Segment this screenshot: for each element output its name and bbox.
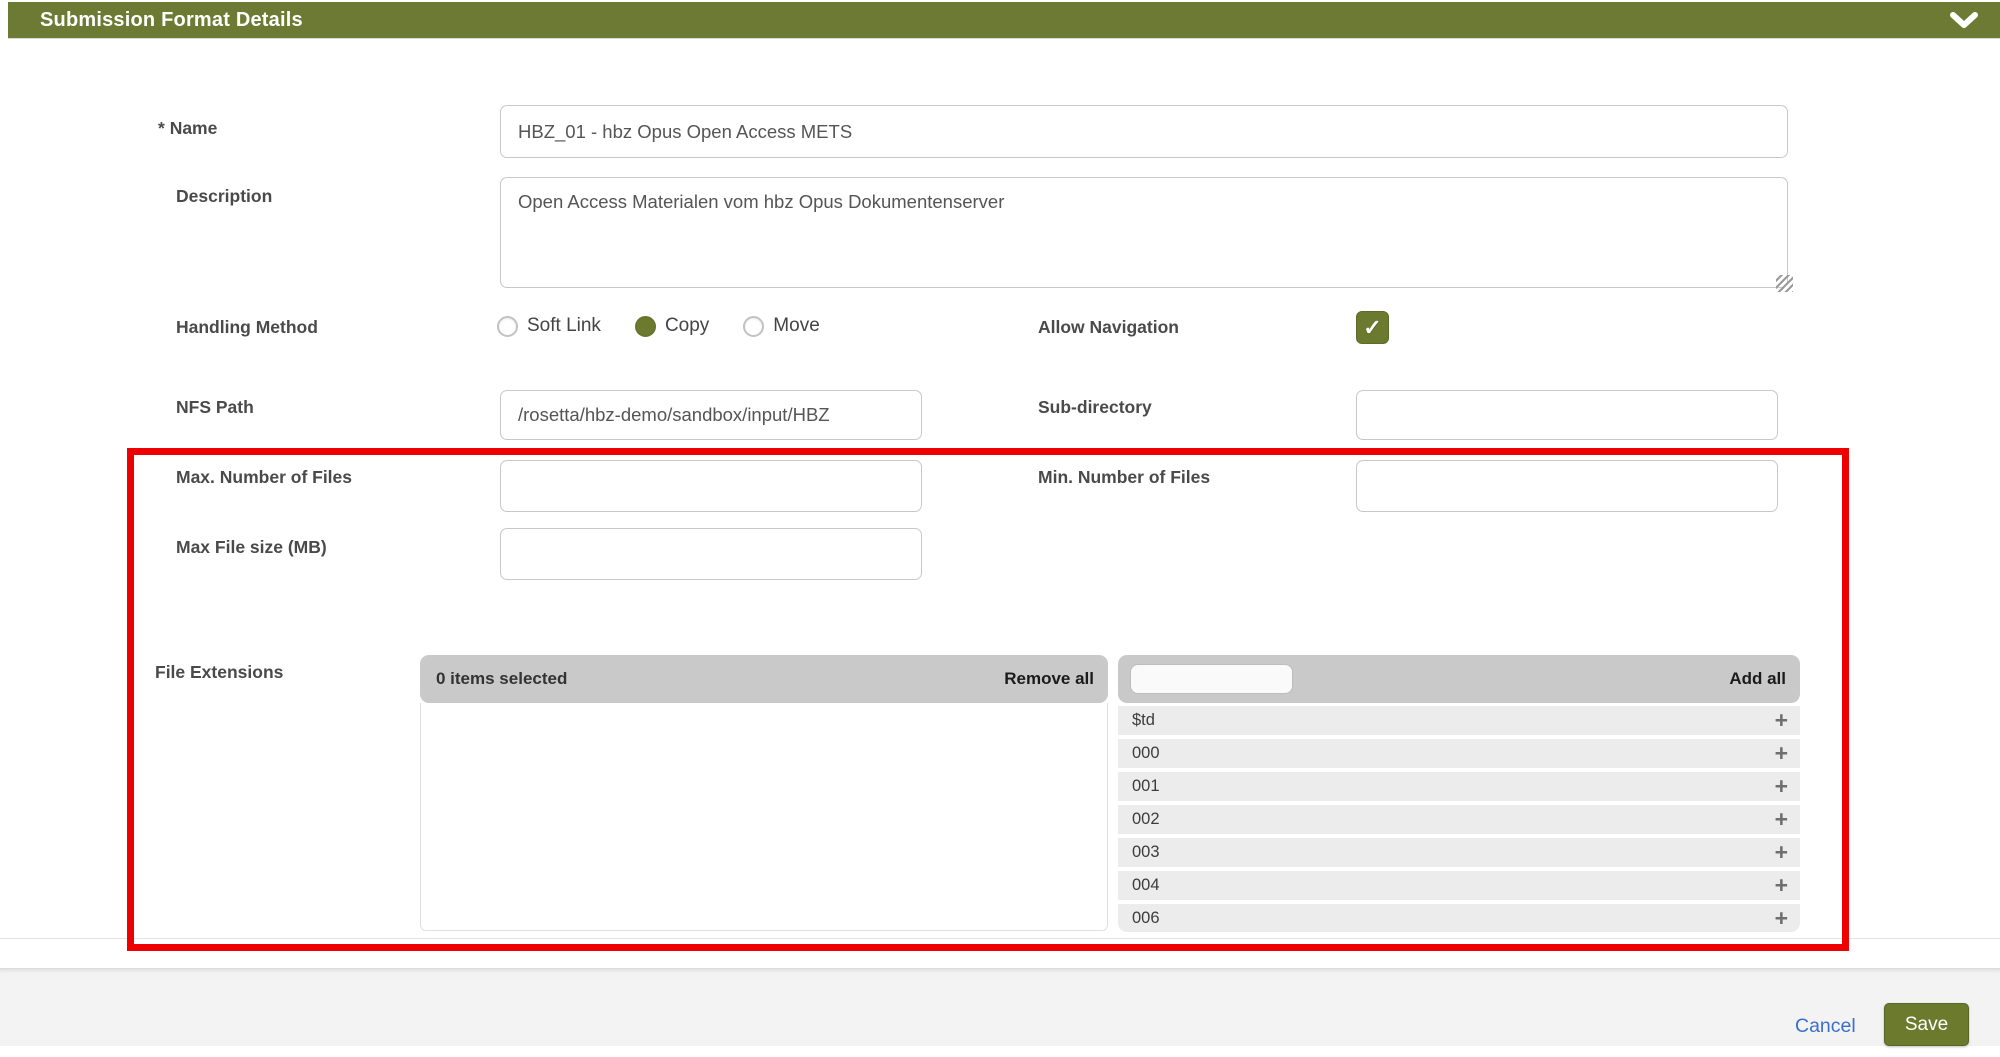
max-file-size-input[interactable] [500,528,922,580]
extension-value: 006 [1132,904,1160,932]
name-label-text: Name [170,118,218,138]
selected-count-status: 0 items selected [436,669,567,689]
radio-circle-icon[interactable] [743,316,764,337]
add-all-button[interactable]: Add all [1729,669,1786,689]
description-label: Description [176,186,272,207]
handling-method-radio-group: Soft Link Copy Move [497,315,820,337]
save-button[interactable]: Save [1884,1003,1969,1046]
allow-navigation-checkbox[interactable]: ✓ [1356,311,1389,344]
sub-directory-input[interactable] [1356,390,1778,440]
footer-bar [0,968,2000,1046]
header-divider [8,38,2000,39]
list-item[interactable]: 002 + [1118,805,1800,834]
add-item-icon[interactable]: + [1775,706,1788,734]
extension-value: 002 [1132,805,1160,834]
available-extensions-header: Add all [1118,655,1800,703]
selected-extensions-list[interactable] [420,703,1108,931]
add-item-icon[interactable]: + [1775,871,1788,899]
sub-directory-label: Sub-directory [1038,397,1152,418]
list-item[interactable]: 003 + [1118,838,1800,867]
extension-value: 000 [1132,739,1160,768]
list-item[interactable]: 004 + [1118,871,1800,900]
description-textarea[interactable]: Open Access Materialen vom hbz Opus Doku… [500,177,1788,288]
radio-label: Soft Link [527,315,601,337]
handling-method-label: Handling Method [176,317,318,338]
extension-value: 003 [1132,838,1160,867]
page-title: Submission Format Details [40,9,303,32]
file-extensions-label: File Extensions [155,662,283,683]
submission-format-page: Submission Format Details * Name Descrip… [0,0,2000,1057]
name-input[interactable] [500,105,1788,158]
add-item-icon[interactable]: + [1775,838,1788,866]
add-item-icon[interactable]: + [1775,805,1788,833]
extension-value: $td [1132,706,1155,735]
radio-label: Copy [665,315,709,337]
name-label: * Name [158,118,217,139]
max-files-input[interactable] [500,460,922,512]
available-extensions-panel: Add all $td + 000 + 001 + 002 + 003 + [1118,655,1800,936]
radio-label: Move [773,315,819,337]
max-files-label: Max. Number of Files [176,467,352,488]
max-file-size-label: Max File size (MB) [176,537,327,558]
extension-value: 004 [1132,871,1160,900]
chevron-down-icon[interactable] [1950,12,1978,30]
nfs-path-input[interactable] [500,390,922,440]
required-marker: * [158,118,165,138]
nfs-path-label: NFS Path [176,397,254,418]
min-files-input[interactable] [1356,460,1778,512]
radio-copy[interactable]: Copy [635,315,709,337]
add-item-icon[interactable]: + [1775,739,1788,767]
list-item[interactable]: 000 + [1118,739,1800,768]
panel-header: Submission Format Details [8,2,2000,38]
radio-circle-selected-icon[interactable] [635,316,656,337]
extension-search-input[interactable] [1130,664,1293,694]
add-item-icon[interactable]: + [1775,772,1788,800]
selected-extensions-panel: 0 items selected Remove all [420,655,1108,931]
selected-extensions-header: 0 items selected Remove all [420,655,1108,703]
cancel-button[interactable]: Cancel [1795,1015,1856,1038]
add-item-icon[interactable]: + [1775,904,1788,932]
content-divider [0,938,2000,939]
list-item[interactable]: 001 + [1118,772,1800,801]
list-item[interactable]: 006 + [1118,904,1800,932]
extension-value: 001 [1132,772,1160,801]
checkmark-icon: ✓ [1363,317,1381,339]
radio-move[interactable]: Move [743,315,819,337]
resize-grip-icon[interactable] [1776,275,1793,292]
min-files-label: Min. Number of Files [1038,467,1210,488]
available-extensions-list: $td + 000 + 001 + 002 + 003 + 004 + [1118,706,1800,932]
remove-all-button[interactable]: Remove all [1004,669,1094,689]
radio-circle-icon[interactable] [497,316,518,337]
radio-soft-link[interactable]: Soft Link [497,315,601,337]
allow-navigation-label: Allow Navigation [1038,317,1179,338]
list-item[interactable]: $td + [1118,706,1800,735]
